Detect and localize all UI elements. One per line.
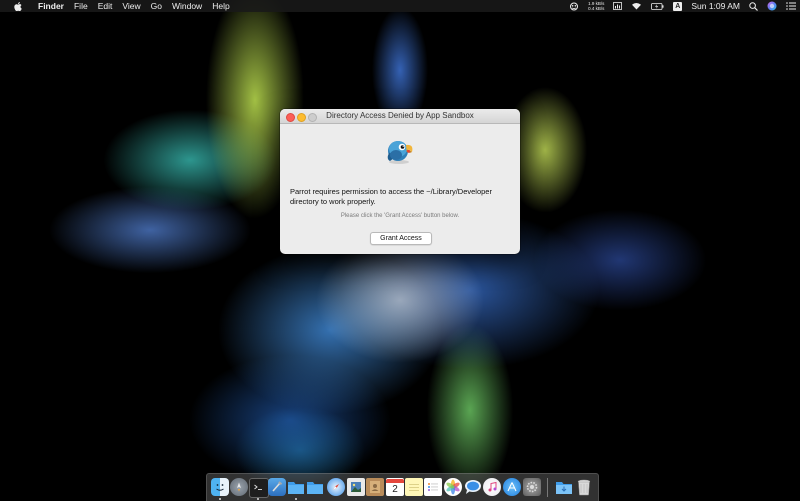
wifi-icon[interactable] — [631, 2, 642, 10]
calendar-icon[interactable]: 2 — [386, 478, 404, 496]
dialog-titlebar[interactable]: Directory Access Denied by App Sandbox — [280, 109, 520, 124]
menu-window[interactable]: Window — [167, 0, 207, 12]
dock-separator — [547, 478, 548, 497]
sandbox-access-dialog: Directory Access Denied by App Sandbox P… — [280, 109, 520, 254]
contacts-icon[interactable] — [366, 478, 384, 496]
preview-icon[interactable] — [347, 478, 365, 496]
launchpad-icon[interactable] — [230, 478, 248, 496]
trash-icon[interactable] — [575, 478, 593, 496]
menu-clock[interactable]: Sun 1:09 AM — [691, 0, 740, 12]
xcode-icon[interactable] — [268, 478, 286, 496]
notes-icon[interactable] — [405, 478, 423, 496]
menu-edit[interactable]: Edit — [93, 0, 118, 12]
apple-menu-icon[interactable] — [9, 0, 29, 12]
dialog-hint: Please click the 'Grant Access' button b… — [340, 213, 460, 219]
parrot-app-icon — [387, 141, 413, 164]
system-preferences-icon[interactable] — [523, 478, 541, 496]
cpu-monitor-icon[interactable] — [613, 2, 623, 10]
downloads-folder-icon[interactable] — [555, 478, 573, 496]
menu-bar: Finder File Edit View Go Window Help 1.9… — [0, 0, 800, 12]
network-download-speed: 0.4 kB/s — [588, 6, 605, 11]
menu-file[interactable]: File — [69, 0, 93, 12]
spotlight-search-icon[interactable] — [749, 1, 758, 11]
menu-view[interactable]: View — [117, 0, 145, 12]
menu-help[interactable]: Help — [207, 0, 234, 12]
siri-icon[interactable] — [767, 1, 777, 11]
dock: 2 — [206, 473, 599, 501]
safari-icon[interactable] — [327, 478, 345, 496]
grant-access-button[interactable]: Grant Access — [370, 232, 432, 245]
menu-go[interactable]: Go — [146, 0, 167, 12]
notification-center-icon[interactable] — [786, 2, 796, 10]
reminders-icon[interactable] — [424, 478, 442, 496]
messages-icon[interactable] — [464, 478, 482, 496]
finder-icon[interactable] — [211, 478, 229, 496]
terminal-icon[interactable] — [249, 478, 269, 498]
dialog-message: Parrot requires permission to access the… — [290, 187, 492, 206]
folder-icon[interactable] — [306, 478, 324, 496]
folder-icon[interactable] — [287, 478, 305, 496]
input-source-indicator[interactable]: A — [673, 1, 683, 11]
app-store-icon[interactable] — [503, 478, 521, 496]
dialog-title: Directory Access Denied by App Sandbox — [326, 111, 474, 120]
photos-icon[interactable] — [444, 478, 462, 496]
app-menu-finder[interactable]: Finder — [33, 0, 69, 12]
itunes-icon[interactable] — [483, 478, 501, 496]
calendar-day: 2 — [392, 483, 398, 495]
network-speed-monitor[interactable]: 1.9 kB/s 0.4 kB/s — [588, 1, 604, 11]
app-status-icon[interactable] — [569, 2, 579, 11]
battery-icon[interactable] — [651, 2, 664, 10]
